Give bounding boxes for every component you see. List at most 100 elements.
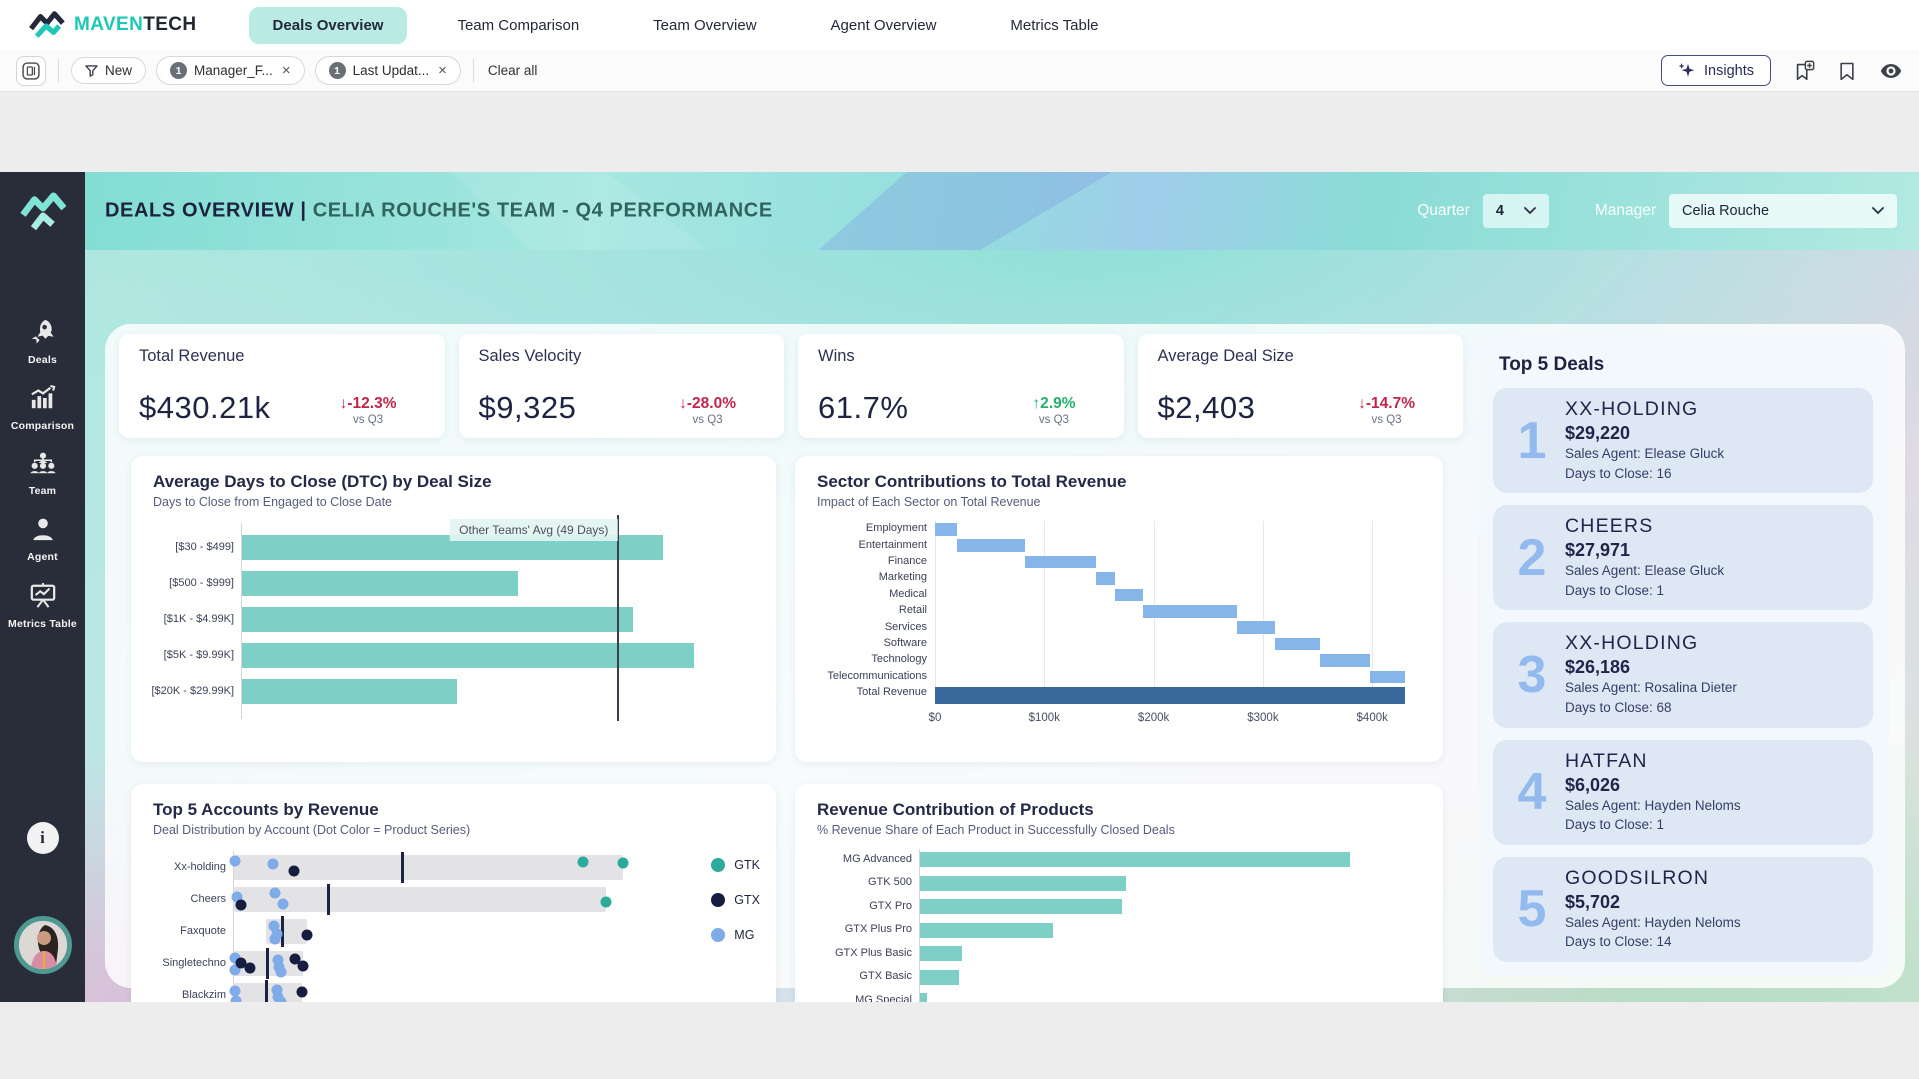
- legend-dot: [711, 893, 725, 907]
- bar-gtx-plus-pro[interactable]: [920, 923, 1053, 938]
- waterfall-bar-employment[interactable]: [935, 523, 957, 536]
- deal-dot-gtx[interactable]: [235, 899, 246, 910]
- bookmark-button[interactable]: [1837, 61, 1857, 81]
- dashboard-header: DEALS OVERVIEW | CELIA ROUCHE'S TEAM - Q…: [85, 172, 1919, 250]
- waterfall-bar-technology[interactable]: [1320, 654, 1370, 667]
- nav-tab-deals-overview[interactable]: Deals Overview: [249, 7, 408, 44]
- deal-dot-mg[interactable]: [270, 933, 281, 944]
- category-label: Retail: [809, 604, 927, 616]
- deal-days: Days to Close: 1: [1565, 581, 1724, 601]
- category-label: Singletechno: [146, 957, 226, 969]
- nav-tab-metrics-table[interactable]: Metrics Table: [986, 7, 1122, 44]
- bar-mg-advanced[interactable]: [920, 852, 1350, 867]
- clear-all-button[interactable]: Clear all: [488, 63, 538, 78]
- deal-card-1[interactable]: 1XX-HOLDING$29,220Sales Agent: Elease Gl…: [1493, 388, 1873, 493]
- waterfall-bar-entertainment[interactable]: [957, 539, 1025, 552]
- sidebar-item-comparison[interactable]: Comparison: [0, 385, 85, 432]
- legend-label: MG: [734, 928, 754, 942]
- deal-dot-mg[interactable]: [278, 898, 289, 909]
- category-label: [$20K - $29.99K]: [146, 685, 234, 697]
- waterfall-bar-marketing[interactable]: [1096, 572, 1116, 585]
- filter-chip-manager-f-[interactable]: 1Manager_F...×: [156, 56, 305, 85]
- sidebar-item-label: Agent: [27, 551, 58, 563]
- bar--5k-9-99k-[interactable]: [242, 643, 694, 668]
- sidebar-logo-icon[interactable]: [18, 192, 68, 232]
- bar--500-999-[interactable]: [242, 571, 518, 596]
- sidebar-menu: Deals Comparison Team Agent Metrics Table: [0, 318, 85, 649]
- sidebar-item-metrics-table[interactable]: Metrics Table: [0, 582, 85, 630]
- sidebar-item-team[interactable]: Team: [0, 451, 85, 497]
- deal-dot-mg[interactable]: [230, 855, 241, 866]
- sidebar-item-label: Deals: [28, 354, 57, 366]
- sparkle-icon: [1678, 62, 1695, 79]
- pages-panel-button[interactable]: [16, 56, 46, 86]
- deal-dot-gtk[interactable]: [601, 896, 612, 907]
- deal-dot-mg[interactable]: [275, 966, 286, 977]
- deal-dot-gtk[interactable]: [578, 856, 589, 867]
- filter-chip-last-updat-[interactable]: 1Last Updat...×: [315, 56, 461, 85]
- new-filter-label: New: [105, 63, 132, 78]
- waterfall-bar-services[interactable]: [1237, 621, 1275, 634]
- remove-filter-icon[interactable]: ×: [282, 63, 291, 78]
- waterfall-bar-finance[interactable]: [1025, 556, 1096, 569]
- median-line: [327, 884, 330, 915]
- deal-dot-gtk[interactable]: [618, 857, 629, 868]
- remove-filter-icon[interactable]: ×: [438, 63, 447, 78]
- bookmark-add-icon: [1793, 60, 1815, 82]
- waterfall-bar-retail[interactable]: [1143, 605, 1237, 618]
- waterfall-bar-software[interactable]: [1275, 638, 1320, 651]
- deal-dot-gtx[interactable]: [245, 962, 256, 973]
- category-label: [$30 - $499]: [146, 541, 234, 553]
- bar--1k-4-99k-[interactable]: [242, 607, 633, 632]
- deal-card-3[interactable]: 3XX-HOLDING$26,186Sales Agent: Rosalina …: [1493, 622, 1873, 727]
- insights-button[interactable]: Insights: [1661, 55, 1771, 86]
- deal-card-4[interactable]: 4HATFAN$6,026Sales Agent: Hayden NelomsD…: [1493, 740, 1873, 845]
- bar--20k-29-99k-[interactable]: [242, 679, 457, 704]
- chart-avg-days-to-close: Average Days to Close (DTC) by Deal Size…: [131, 456, 776, 762]
- new-filter-chip[interactable]: New: [71, 57, 146, 84]
- deal-dot-mg[interactable]: [270, 887, 281, 898]
- deal-dot-gtx[interactable]: [289, 865, 300, 876]
- deal-dot-gtx[interactable]: [298, 960, 309, 971]
- category-label: GTX Pro: [810, 900, 912, 912]
- sidebar-item-deals[interactable]: Deals: [0, 318, 85, 366]
- nav-tabs: Deals Overview Team Comparison Team Overvi…: [249, 0, 1123, 50]
- deal-card-5[interactable]: 5GOODSILRON$5,702Sales Agent: Hayden Nel…: [1493, 857, 1873, 962]
- deal-dot-gtx[interactable]: [302, 929, 313, 940]
- deal-dot-mg[interactable]: [275, 996, 286, 1002]
- bar-mg-special[interactable]: [920, 993, 927, 1002]
- chart-title: Revenue Contribution of Products: [817, 800, 1421, 820]
- deal-dot-mg[interactable]: [267, 858, 278, 869]
- view-button[interactable]: [1879, 59, 1903, 83]
- reference-line-label: Other Teams' Avg (49 Days): [450, 519, 617, 541]
- filter-count-badge: 1: [329, 62, 346, 79]
- sidebar-item-agent[interactable]: Agent: [0, 516, 85, 563]
- deal-card-2[interactable]: 2CHEERS$27,971Sales Agent: Elease GluckD…: [1493, 505, 1873, 610]
- bar-gtx-basic[interactable]: [920, 970, 959, 985]
- nav-tab-team-overview[interactable]: Team Overview: [629, 7, 780, 44]
- quarter-select[interactable]: 4: [1483, 194, 1549, 228]
- category-label: Marketing: [809, 571, 927, 583]
- deal-dot-mg[interactable]: [231, 995, 242, 1002]
- bar-gtx-plus-basic[interactable]: [920, 946, 962, 961]
- deal-dot-gtx[interactable]: [297, 986, 308, 997]
- bar-gtk-500[interactable]: [920, 876, 1126, 891]
- app-logo[interactable]: MAVENTECH: [28, 11, 197, 39]
- top-navbar: MAVENTECH Deals Overview Team Comparison T…: [0, 0, 1919, 50]
- waterfall-bar-total-revenue[interactable]: [935, 687, 1405, 704]
- nav-tab-agent-overview[interactable]: Agent Overview: [807, 7, 961, 44]
- info-button[interactable]: i: [27, 822, 59, 854]
- kpi-label: Total Revenue: [139, 347, 425, 366]
- category-label: [$5K - $9.99K]: [146, 649, 234, 661]
- avatar[interactable]: [14, 916, 72, 974]
- waterfall-bar-medical[interactable]: [1115, 589, 1142, 602]
- x-axis-tick: $100k: [1029, 712, 1060, 724]
- dashboard-background: Total Revenue$430.21k↓-12.3%vs Q3Sales V…: [85, 250, 1919, 1002]
- bookmark-add-button[interactable]: [1793, 60, 1815, 82]
- bar-gtx-pro[interactable]: [920, 899, 1122, 914]
- sidebar-item-label: Team: [29, 485, 56, 497]
- nav-tab-team-comparison[interactable]: Team Comparison: [433, 7, 603, 44]
- manager-select[interactable]: Celia Rouche: [1669, 194, 1897, 228]
- category-label: GTX Plus Pro: [810, 923, 912, 935]
- waterfall-bar-telecommunications[interactable]: [1370, 671, 1405, 684]
